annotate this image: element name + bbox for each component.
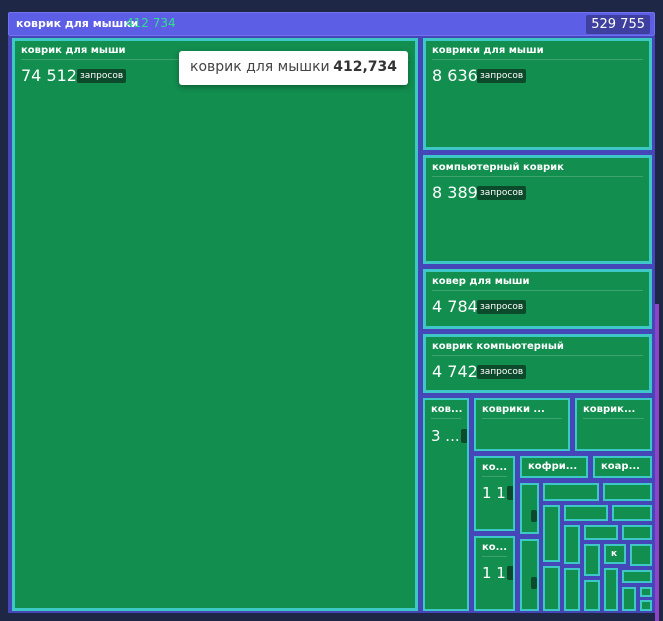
tile-value: 1 1	[482, 484, 506, 502]
tile-small-7[interactable]: ко... 1 1	[474, 536, 515, 611]
tile-tiny[interactable]	[584, 544, 600, 576]
tile-tiny[interactable]	[543, 566, 560, 611]
tile-unit-badge: запросов	[477, 186, 527, 200]
tile-small-2[interactable]: коврики ...	[474, 398, 570, 451]
tile-main[interactable]: коврик для мыши 74 512 запросов	[12, 38, 418, 611]
tile-small-6[interactable]: коар...	[593, 456, 652, 478]
tile-label: коврики ...	[482, 404, 545, 415]
tile-tiny[interactable]	[612, 505, 652, 521]
tile-tiny[interactable]	[584, 580, 600, 611]
tile-value: 1 1	[482, 564, 506, 582]
tooltip-value: 412,734	[333, 59, 397, 75]
tile-label: коар...	[601, 461, 640, 472]
tile-small-4[interactable]: ко... 1 1	[474, 456, 515, 531]
tile-unit-badge	[507, 566, 513, 580]
tile-label: коврик компьютерный	[432, 341, 564, 352]
tile-divider	[432, 176, 643, 177]
tile-tiny[interactable]	[604, 568, 618, 611]
treemap-area: коврик для мыши 74 512 запросов коврики …	[8, 36, 659, 621]
tile-tiny[interactable]	[520, 539, 539, 611]
tile-value: 74 512	[21, 66, 77, 85]
tile-divider	[431, 418, 461, 419]
header-subtitle: 412 734	[126, 16, 176, 30]
tile-label: коврик...	[583, 404, 636, 415]
tile-kover-dlya-myshi[interactable]: ковер для мыши 4 784 запросов	[423, 269, 652, 329]
tile-label: к	[611, 549, 618, 559]
tile-value: 4 742	[432, 362, 478, 381]
tile-tiny[interactable]	[622, 570, 652, 583]
tile-divider	[432, 290, 643, 291]
tile-value: 3 ...	[431, 427, 460, 445]
tile-unit-badge: запросов	[477, 300, 527, 314]
tile-divider	[482, 556, 507, 557]
tile-tiny[interactable]: к	[604, 544, 626, 564]
tile-unit-badge	[531, 510, 537, 522]
tile-label: ко...	[482, 462, 508, 473]
tile-tiny[interactable]	[630, 544, 652, 566]
tile-small-5[interactable]: кофри...	[520, 456, 588, 478]
tile-tiny[interactable]	[564, 568, 580, 611]
tile-unit-badge: запросов	[477, 69, 527, 83]
tile-tiny[interactable]	[543, 483, 599, 501]
tile-kovriki-dlya-myshi[interactable]: коврики для мыши 8 636 запросов	[423, 38, 652, 150]
tile-tiny[interactable]	[603, 483, 652, 501]
tooltip-label: коврик для мышки	[190, 59, 330, 75]
tile-unit-badge: запросов	[77, 69, 127, 83]
tile-tiny[interactable]	[564, 505, 608, 521]
tile-divider	[583, 418, 644, 419]
treemap-header[interactable]: коврик для мышки 412 734 529 755	[8, 12, 655, 36]
tile-tiny[interactable]	[640, 587, 652, 597]
tile-value: 8 389	[432, 183, 478, 202]
total-badge: 529 755	[586, 15, 650, 34]
tile-tiny[interactable]	[622, 525, 652, 540]
tile-tiny[interactable]	[520, 483, 539, 534]
header-title: коврик для мышки	[16, 17, 139, 30]
tile-small-1[interactable]: ков... 3 ...	[423, 398, 469, 611]
tile-value: 8 636	[432, 66, 478, 85]
tile-unit-badge	[507, 486, 513, 500]
tile-value: 4 784	[432, 297, 478, 316]
tile-divider	[432, 355, 643, 356]
tile-label: ко...	[482, 542, 508, 553]
tile-tiny[interactable]	[640, 600, 652, 611]
tile-label: ков...	[431, 404, 463, 415]
tile-label: ковер для мыши	[432, 276, 530, 287]
tile-label: кофри...	[528, 461, 578, 472]
tile-kompyuterny-kovrik[interactable]: компьютерный коврик 8 389 запросов	[423, 155, 652, 264]
tile-small-3[interactable]: коврик...	[575, 398, 652, 451]
tile-unit-badge: запросов	[477, 365, 527, 379]
tile-divider	[482, 418, 562, 419]
hover-tooltip: коврик для мышки 412,734	[179, 51, 408, 85]
tile-unit-badge	[461, 429, 467, 443]
tile-label: коврики для мыши	[432, 45, 544, 56]
tile-tiny[interactable]	[543, 505, 560, 562]
tile-tiny[interactable]	[584, 525, 618, 540]
tile-divider	[482, 476, 507, 477]
tile-tiny[interactable]	[622, 587, 636, 611]
tile-kovrik-kompyuterny[interactable]: коврик компьютерный 4 742 запросов	[423, 334, 652, 393]
tile-divider	[432, 59, 643, 60]
tile-unit-badge	[531, 577, 537, 589]
tile-tiny[interactable]	[564, 525, 580, 564]
tile-label: компьютерный коврик	[432, 162, 564, 173]
adjacent-strip	[655, 304, 659, 621]
